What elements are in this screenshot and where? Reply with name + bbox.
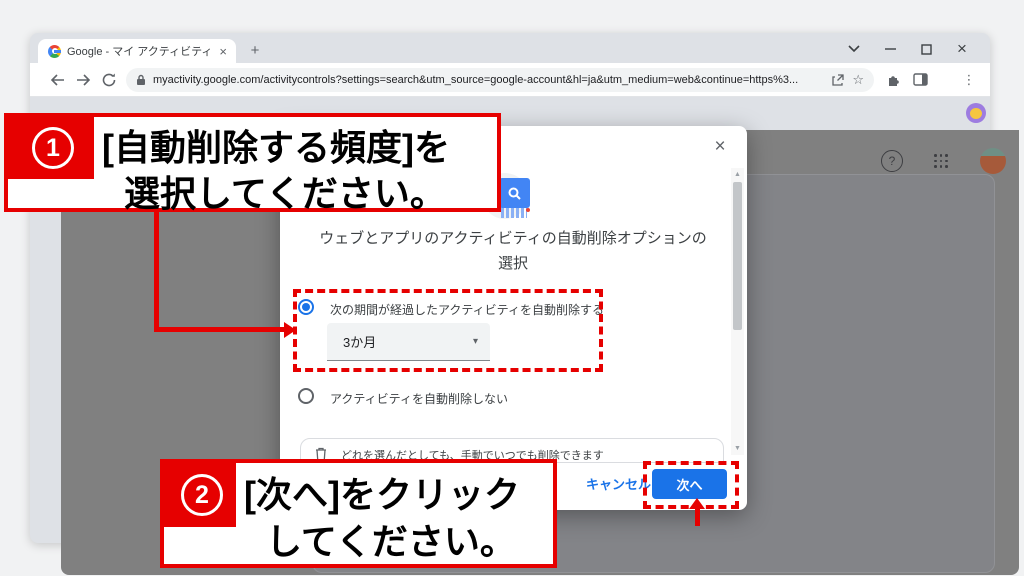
- scrollbar-thumb[interactable]: [733, 182, 742, 330]
- bookmark-star-icon[interactable]: ☆: [852, 72, 864, 88]
- window-controls: ×: [844, 39, 972, 59]
- google-apps-grid-icon[interactable]: [934, 154, 948, 168]
- shredder-dot-icon: [526, 208, 530, 212]
- dialog-scrollbar[interactable]: ▲ ▼: [731, 168, 744, 455]
- tab-close-icon[interactable]: ×: [216, 44, 230, 59]
- callout-step2: 2 [次へ]をクリック してください。: [160, 459, 557, 568]
- step2-text-line2: してください。: [266, 513, 516, 565]
- browser-tab[interactable]: Google - マイ アクティビティ ×: [38, 39, 236, 63]
- step2-number-badge: 2: [181, 474, 223, 516]
- tab-title: Google - マイ アクティビティ: [67, 43, 216, 59]
- step1-text-line2: 選択してください。: [124, 165, 446, 217]
- page-profile-avatar[interactable]: [980, 148, 1006, 174]
- highlight-box-frequency: [293, 289, 603, 372]
- screenshot-root: Google - マイ アクティビティ × + × myactivity.goo…: [0, 0, 1024, 576]
- step2-text-line1: [次へ]をクリック: [244, 466, 520, 518]
- address-bar[interactable]: myactivity.google.com/activitycontrols?s…: [126, 68, 874, 92]
- cancel-button[interactable]: キャンセル: [586, 474, 651, 493]
- step1-number-badge: 1: [32, 127, 74, 169]
- help-icon[interactable]: ?: [881, 150, 903, 172]
- connector-arrowhead-right: [284, 322, 296, 338]
- minimize-button-icon[interactable]: [880, 39, 900, 59]
- next-arrowhead-up: [689, 498, 705, 509]
- shredder-strips-icon: [501, 208, 527, 218]
- connector-line-vertical: [154, 210, 159, 332]
- next-arrow-shaft: [695, 508, 700, 526]
- back-icon[interactable]: [48, 71, 66, 89]
- step1-text-line1: [自動削除する頻度]を: [102, 119, 450, 171]
- radio-no-delete[interactable]: [298, 388, 314, 404]
- menu-dots-icon[interactable]: ⋮: [960, 70, 978, 88]
- url-text: myactivity.google.com/activitycontrols?s…: [153, 74, 831, 86]
- maximize-button-icon[interactable]: [916, 39, 936, 59]
- extensions-puzzle-icon[interactable]: [884, 70, 902, 88]
- lock-icon: [136, 74, 146, 86]
- chevron-down-icon[interactable]: [844, 39, 864, 59]
- window-close-icon[interactable]: ×: [952, 39, 972, 59]
- web-app-activity-icon: [499, 178, 530, 208]
- reload-icon[interactable]: [100, 71, 118, 89]
- scroll-down-icon[interactable]: ▼: [731, 445, 744, 452]
- forward-icon[interactable]: [74, 71, 92, 89]
- dialog-title: ウェブとアプリのアクティビティの自動削除オプションの 選択: [293, 226, 733, 276]
- share-icon[interactable]: [831, 74, 844, 87]
- callout-step1: 1 [自動削除する頻度]を 選択してください。: [4, 113, 501, 212]
- google-favicon-icon: [48, 45, 61, 58]
- browser-profile-avatar[interactable]: [966, 103, 986, 123]
- new-tab-button[interactable]: +: [246, 42, 264, 60]
- scroll-up-icon[interactable]: ▲: [731, 171, 744, 178]
- dialog-close-icon[interactable]: ×: [708, 135, 732, 159]
- radio-no-delete-label[interactable]: アクティビティを自動削除しない: [330, 390, 508, 407]
- side-panel-icon[interactable]: [911, 70, 929, 88]
- connector-line-horizontal: [154, 327, 286, 332]
